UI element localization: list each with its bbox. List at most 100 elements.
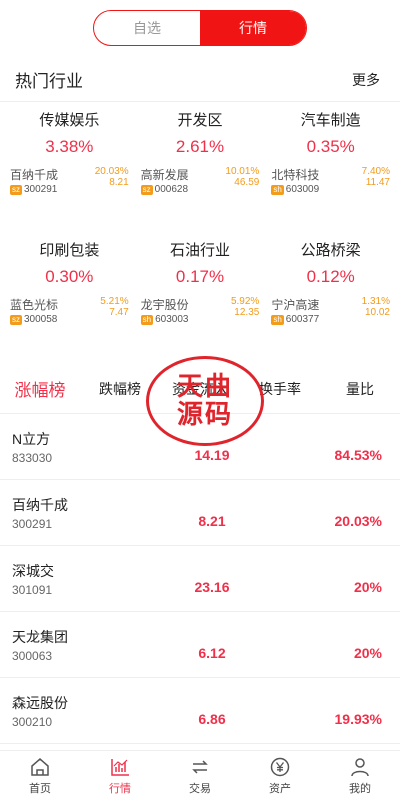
ranking-tab[interactable]: 资金流入 [160, 379, 240, 399]
stock-info: N立方 833030 [12, 429, 142, 465]
tab-user[interactable]: 我的 [320, 751, 400, 800]
leading-stock-code-line: sz 000628 [140, 184, 189, 195]
leading-stock-change: 10.01% [225, 166, 260, 177]
market-badge: sh [271, 314, 284, 325]
stock-info: 百纳千成 300291 [12, 495, 142, 531]
industry-card[interactable]: 石油行业 0.17% 龙宇股份 sh 603003 5.92% 12.35 [135, 232, 266, 362]
industry-name: 传媒娱乐 [39, 112, 100, 129]
ranking-row[interactable]: 森远股份 300210 6.86 19.93% [0, 678, 400, 744]
leading-stock: 百纳千成 sz 300291 20.03% 8.21 [4, 166, 135, 195]
tab-yen[interactable]: 资产 [240, 751, 320, 800]
yen-icon [269, 756, 291, 778]
stock-change: 20% [353, 578, 382, 595]
tab-chart[interactable]: 行情 [80, 751, 160, 800]
leading-stock-quote: 20.03% 8.21 [95, 166, 129, 195]
tab-label: 行情 [109, 782, 131, 795]
leading-stock-info: 龙宇股份 sh 603003 [140, 296, 189, 325]
industry-name: 汽车制造 [300, 112, 361, 129]
ranking-tab[interactable]: 量比 [320, 379, 400, 399]
leading-stock: 蓝色光标 sz 300058 5.21% 7.47 [4, 296, 135, 325]
leading-stock-price: 46.59 [234, 177, 260, 188]
leading-stock-code-line: sh 603009 [271, 184, 319, 195]
stock-code: 833030 [12, 450, 53, 465]
ranking-row[interactable]: 百纳千成 300291 8.21 20.03% [0, 480, 400, 546]
ranking-row[interactable]: N立方 833030 14.19 84.53% [0, 414, 400, 480]
stock-price: 6.12 [198, 644, 226, 661]
leading-stock-info: 高新发展 sz 000628 [140, 166, 189, 195]
leading-stock-price: 8.21 [109, 177, 129, 188]
market-badge: sz [10, 184, 22, 195]
leading-stock-change: 1.31% [361, 296, 390, 307]
ranking-row[interactable]: 天龙集团 300063 6.12 20% [0, 612, 400, 678]
leading-stock-price: 11.47 [365, 177, 390, 188]
leading-stock-info: 北特科技 sh 603009 [271, 166, 319, 195]
leading-stock: 北特科技 sh 603009 7.40% 11.47 [265, 166, 396, 195]
leading-stock: 高新发展 sz 000628 10.01% 46.59 [135, 166, 266, 195]
stock-price: 23.16 [194, 578, 230, 595]
leading-stock-code: 603009 [285, 184, 320, 195]
stock-name: 深城交 [12, 562, 54, 579]
industry-percent: 0.30% [45, 267, 94, 286]
stock-name: N立方 [12, 430, 51, 447]
leading-stock-change: 5.21% [100, 296, 129, 307]
stock-price: 8.21 [198, 512, 226, 529]
industry-percent: 2.61% [175, 137, 225, 156]
ranking-tab[interactable]: 跌幅榜 [80, 379, 160, 399]
leading-stock-price: 12.35 [234, 307, 260, 318]
stock-change: 20.03% [334, 512, 382, 529]
leading-stock-code-line: sz 300058 [10, 314, 58, 325]
stock-code: 300210 [12, 714, 53, 729]
tab-watchlist[interactable]: 自选 [94, 11, 200, 45]
industry-name: 石油行业 [169, 242, 230, 259]
industry-card[interactable]: 开发区 2.61% 高新发展 sz 000628 10.01% 46.59 [135, 102, 266, 232]
market-badge: sh [271, 184, 284, 195]
industry-percent: 3.38% [45, 137, 94, 156]
leading-stock-code-line: sz 300291 [10, 184, 58, 195]
stock-change: 20% [353, 644, 382, 661]
stock-code: 301091 [12, 582, 53, 597]
stock-name: 百纳千成 [12, 496, 68, 513]
leading-stock: 宁沪高速 sh 600377 1.31% 10.02 [265, 296, 396, 325]
section-title: 热门行业 [15, 72, 83, 91]
tab-label: 资产 [269, 782, 291, 795]
leading-stock-info: 蓝色光标 sz 300058 [10, 296, 58, 325]
industry-card[interactable]: 汽车制造 0.35% 北特科技 sh 603009 7.40% 11.47 [265, 102, 396, 232]
stock-price: 14.19 [194, 446, 230, 463]
leading-stock: 龙宇股份 sh 603003 5.92% 12.35 [135, 296, 266, 325]
leading-stock-name: 蓝色光标 [10, 298, 59, 312]
bottom-tab-bar: 首页 行情 交易 资产 我的 [0, 750, 400, 800]
ranking-tab[interactable]: 换手率 [240, 379, 320, 399]
leading-stock-code: 300058 [24, 314, 58, 325]
leading-stock-code-line: sh 603003 [140, 314, 189, 325]
ranking-tab[interactable]: 涨幅榜 [0, 376, 80, 401]
hot-industry-header: 热门行业 更多 [0, 58, 400, 102]
industry-grid: 传媒娱乐 3.38% 百纳千成 sz 300291 20.03% 8.21 开发区 2.61% 高… [0, 102, 400, 362]
leading-stock-price: 10.02 [364, 307, 390, 318]
user-icon [349, 756, 371, 778]
leading-stock-name: 高新发展 [140, 168, 189, 182]
tab-label: 交易 [189, 782, 211, 795]
tab-market[interactable]: 行情 [200, 11, 306, 45]
leading-stock-price: 7.47 [109, 307, 129, 318]
more-link[interactable]: 更多 [352, 70, 380, 90]
stock-info: 深城交 301091 [12, 561, 142, 597]
industry-card[interactable]: 公路桥梁 0.12% 宁沪高速 sh 600377 1.31% 10.02 [265, 232, 396, 362]
leading-stock-name: 北特科技 [271, 168, 320, 182]
tab-home[interactable]: 首页 [0, 751, 80, 800]
ranking-list: N立方 833030 14.19 84.53% 百纳千成 300291 8.21 20.03%… [0, 414, 400, 800]
leading-stock-quote: 5.21% 7.47 [100, 296, 128, 325]
tab-exchange[interactable]: 交易 [160, 751, 240, 800]
leading-stock-name: 龙宇股份 [140, 298, 189, 312]
leading-stock-code: 600377 [285, 314, 320, 325]
home-icon [29, 756, 51, 778]
leading-stock-quote: 1.31% 10.02 [362, 296, 390, 325]
ranking-row[interactable]: 深城交 301091 23.16 20% [0, 546, 400, 612]
stock-code: 300291 [12, 516, 53, 531]
industry-card[interactable]: 传媒娱乐 3.38% 百纳千成 sz 300291 20.03% 8.21 [4, 102, 135, 232]
industry-name: 公路桥梁 [300, 242, 361, 259]
industry-card[interactable]: 印刷包装 0.30% 蓝色光标 sz 300058 5.21% 7.47 [4, 232, 135, 362]
leading-stock-change: 5.92% [230, 296, 260, 307]
leading-stock-name: 宁沪高速 [271, 298, 320, 312]
industry-percent: 0.12% [306, 267, 355, 286]
leading-stock-quote: 5.92% 12.35 [231, 296, 259, 325]
